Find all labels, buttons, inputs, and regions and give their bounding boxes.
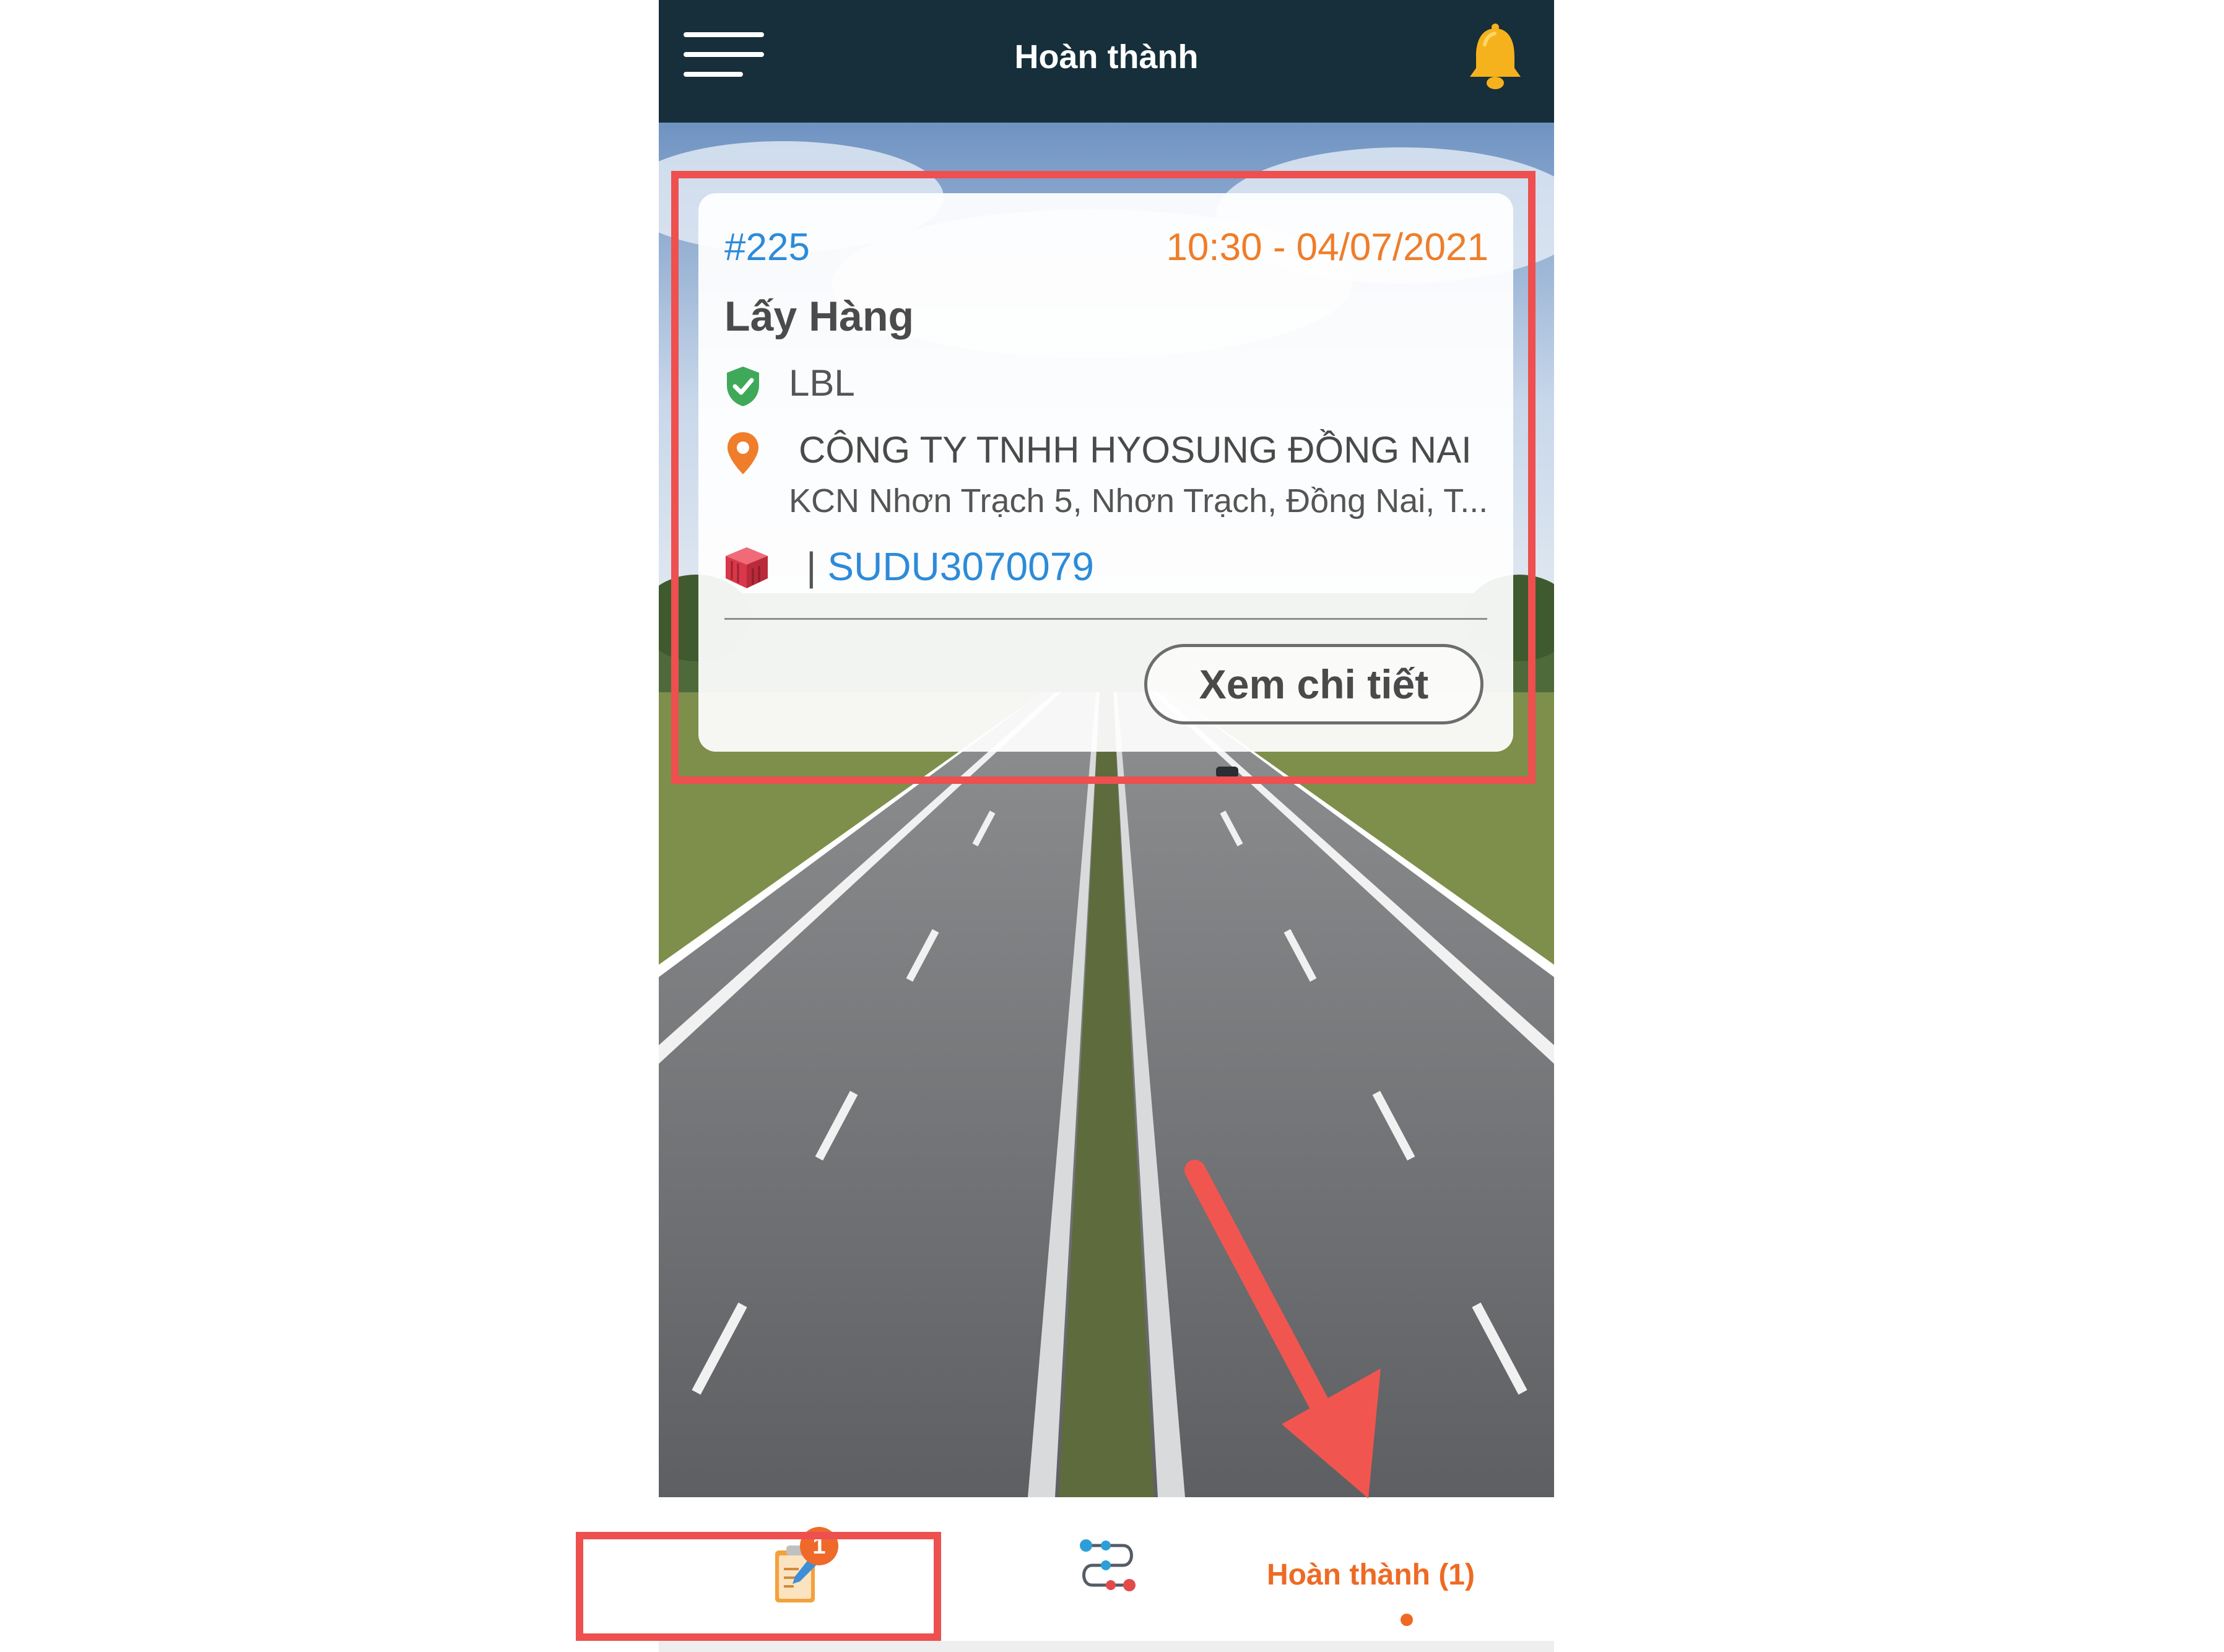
active-tab-indicator: [1401, 1614, 1413, 1626]
tab-completed[interactable]: Hoàn thành (1): [1216, 1532, 1526, 1619]
annotation-arrow: [1176, 1158, 1399, 1505]
phone-screen: Hoàn thành #225 10:30 - 04/07/2021 Lấy H…: [659, 0, 1554, 1652]
highlight-frame-card: [671, 171, 1536, 784]
tab-routes[interactable]: [1074, 1534, 1142, 1596]
app-header: Hoàn thành: [659, 0, 1554, 123]
route-icon: [1080, 1539, 1136, 1591]
tab-completed-label: Hoàn thành (1): [1267, 1559, 1475, 1591]
page-title: Hoàn thành: [1014, 38, 1199, 76]
bell-icon[interactable]: [1467, 24, 1523, 92]
bottom-bar-shadow: [659, 1641, 1554, 1652]
highlight-frame-completed-tab: [576, 1532, 941, 1641]
